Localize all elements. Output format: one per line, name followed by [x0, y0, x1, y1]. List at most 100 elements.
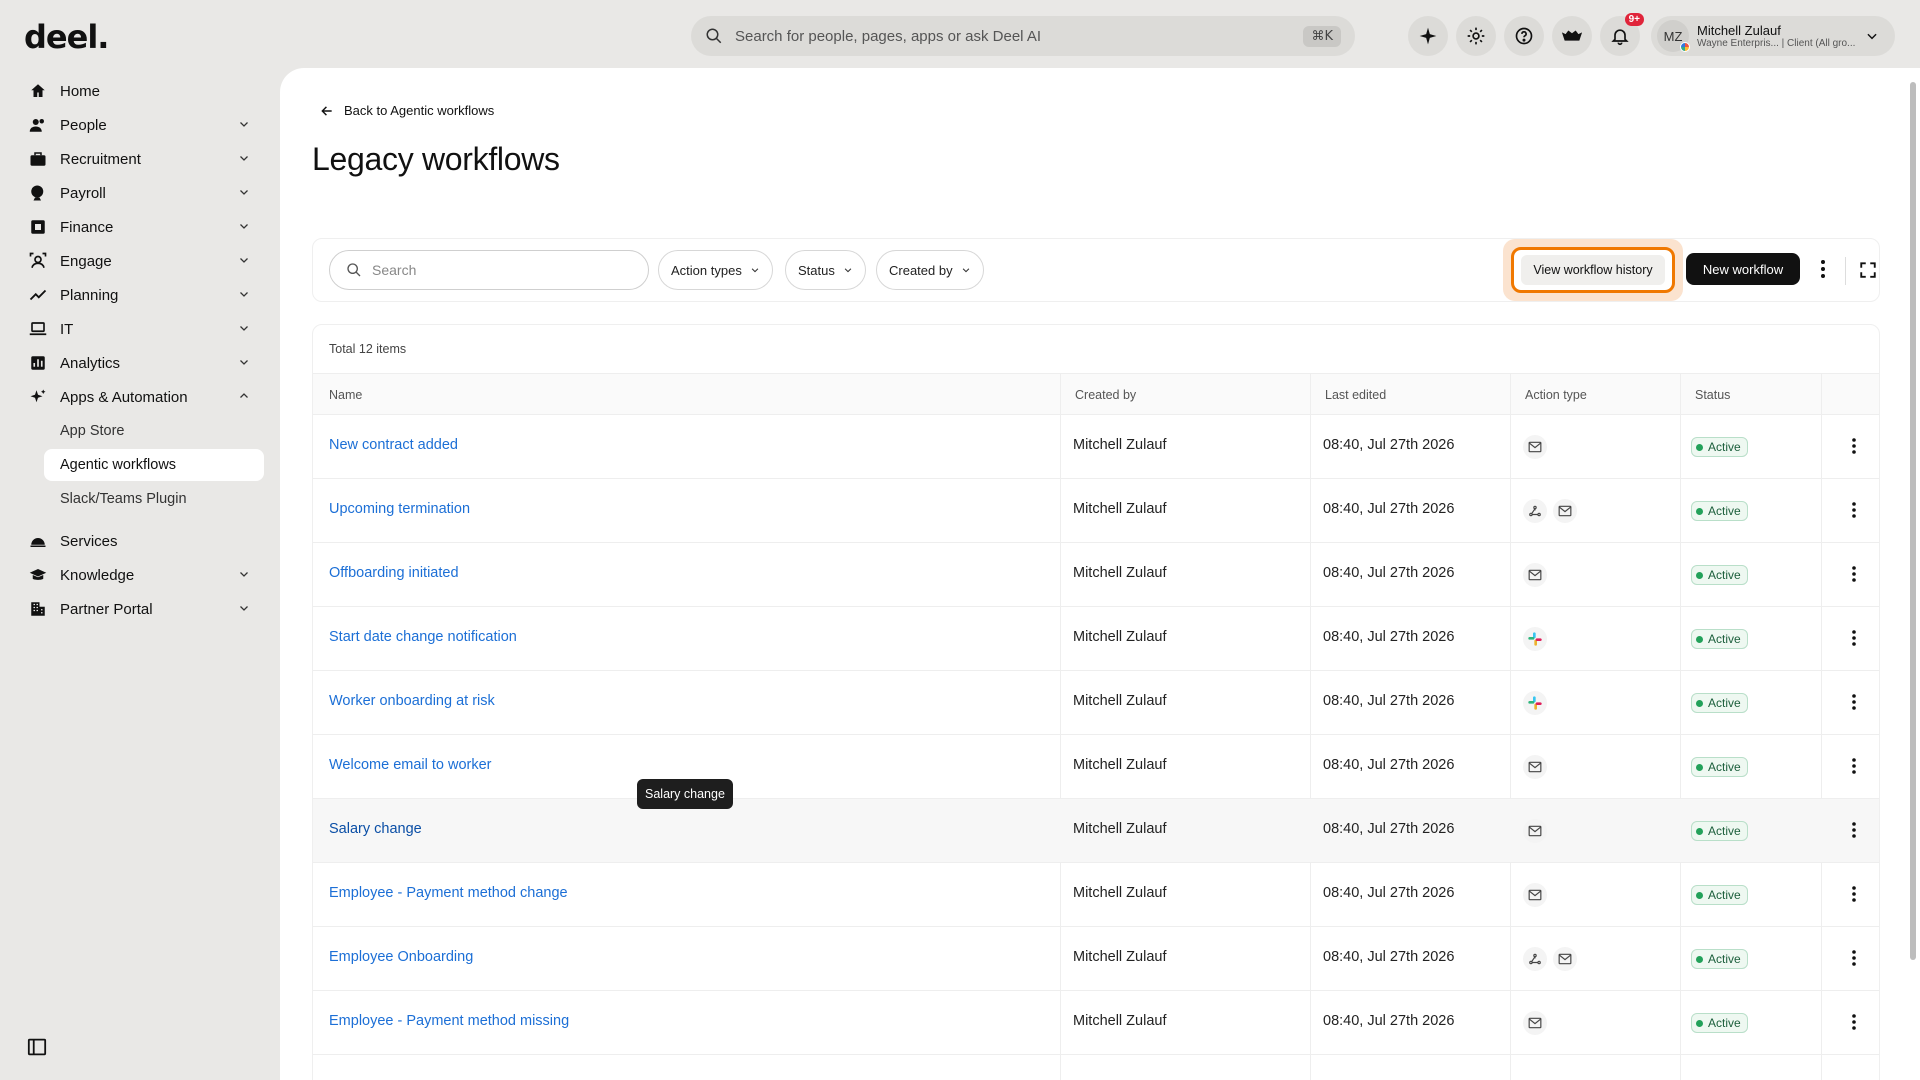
- sidebar-item-it[interactable]: IT: [0, 312, 270, 346]
- workflow-name-link[interactable]: Salary change: [329, 821, 422, 837]
- sidebar-subitem-app-store[interactable]: App Store: [0, 415, 270, 447]
- workflow-name-link[interactable]: Employee Onboarding: [329, 949, 473, 965]
- mail-icon: [1523, 819, 1547, 843]
- collapse-sidebar-button[interactable]: [27, 1038, 47, 1061]
- action-type-cell: [1523, 563, 1547, 587]
- workflow-name-link[interactable]: New contract added: [329, 437, 458, 453]
- row-menu-button[interactable]: [1846, 948, 1862, 973]
- row-menu-button[interactable]: [1846, 500, 1862, 525]
- sidebar-item-planning[interactable]: Planning: [0, 278, 270, 312]
- sidebar-item-home[interactable]: Home: [0, 74, 270, 108]
- workflow-name-link[interactable]: Employee - Payment method missing: [329, 1013, 569, 1029]
- view-workflow-history-button[interactable]: View workflow history: [1511, 247, 1675, 293]
- more-vertical-icon: [1852, 886, 1856, 902]
- created-by-cell: Mitchell Zulauf: [1073, 821, 1167, 837]
- row-menu-button[interactable]: [1846, 436, 1862, 461]
- tooltip: Salary change: [637, 779, 733, 809]
- table-body: New contract added Mitchell Zulauf 08:40, …: [313, 415, 1879, 1055]
- table-row[interactable]: Offboarding initiated Mitchell Zulauf 08:4…: [313, 543, 1879, 607]
- more-options-button[interactable]: [1813, 257, 1833, 286]
- created-by-cell: Mitchell Zulauf: [1073, 757, 1167, 773]
- row-menu-button[interactable]: [1846, 1012, 1862, 1037]
- new-workflow-button[interactable]: New workflow: [1686, 253, 1800, 285]
- chevron-down-icon: [240, 190, 248, 195]
- user-menu[interactable]: MZ Mitchell Zulauf Wayne Enterpris... | …: [1651, 16, 1895, 56]
- table-row[interactable]: Worker onboarding at risk Mitchell Zulauf…: [313, 671, 1879, 735]
- sidebar-item-finance[interactable]: Finance: [0, 210, 270, 244]
- total-items-count: Total 12 items: [329, 342, 407, 356]
- sidebar-subitem-slack-teams-plugin[interactable]: Slack/Teams Plugin: [0, 483, 270, 515]
- column-header-name[interactable]: Name: [329, 388, 362, 402]
- global-search-bar[interactable]: Search for people, pages, apps or ask De…: [691, 16, 1355, 56]
- sidebar-item-engage[interactable]: Engage: [0, 244, 270, 278]
- last-edited-cell: 08:40, Jul 27th 2026: [1323, 629, 1455, 645]
- sidebar-subitem-agentic-workflows[interactable]: Agentic workflows: [44, 449, 264, 481]
- sidebar-item-payroll[interactable]: Payroll: [0, 176, 270, 210]
- sidebar-item-people[interactable]: People: [0, 108, 270, 142]
- table-row[interactable]: Employee - Payment method missing Mitchel…: [313, 991, 1879, 1055]
- status-badge: Active: [1691, 693, 1748, 713]
- column-header-last-edited[interactable]: Last edited: [1325, 388, 1386, 402]
- table-header: Name Created by Last edited Action type …: [313, 373, 1879, 415]
- scrollbar-thumb[interactable]: [1910, 82, 1916, 960]
- row-menu-button[interactable]: [1846, 692, 1862, 717]
- table-row[interactable]: Salary change Mitchell Zulauf 08:40, Jul 2…: [313, 799, 1879, 863]
- filter-created-by[interactable]: Created by: [876, 250, 984, 290]
- status-badge: Active: [1691, 885, 1748, 905]
- workflow-search-input[interactable]: Search: [329, 250, 649, 290]
- table-row[interactable]: Employee - Payment method change Mitchell…: [313, 863, 1879, 927]
- row-menu-button[interactable]: [1846, 884, 1862, 909]
- filter-status[interactable]: Status: [785, 250, 866, 290]
- mascot-button[interactable]: [1552, 16, 1592, 56]
- status-badge: Active: [1691, 821, 1748, 841]
- fullscreen-button[interactable]: [1859, 261, 1877, 284]
- last-edited-cell: 08:40, Jul 27th 2026: [1323, 565, 1455, 581]
- laptop-icon: [28, 319, 48, 339]
- more-vertical-icon: [1852, 822, 1856, 838]
- workflow-name-link[interactable]: Start date change notification: [329, 629, 517, 645]
- workflow-name-link[interactable]: Worker onboarding at risk: [329, 693, 495, 709]
- workflow-name-link[interactable]: Upcoming termination: [329, 501, 470, 517]
- sidebar-item-recruitment[interactable]: Recruitment: [0, 142, 270, 176]
- sidebar-item-services[interactable]: Services: [0, 524, 270, 558]
- column-header-created-by[interactable]: Created by: [1075, 388, 1136, 402]
- filter-label: Action types: [671, 262, 742, 278]
- table-row[interactable]: Welcome email to worker Mitchell Zulauf 08…: [313, 735, 1879, 799]
- help-button[interactable]: [1504, 16, 1544, 56]
- sidebar-item-knowledge[interactable]: Knowledge: [0, 558, 270, 592]
- column-header-action-type[interactable]: Action type: [1525, 388, 1587, 402]
- table-row[interactable]: New contract added Mitchell Zulauf 08:40, …: [313, 415, 1879, 479]
- status-dot-icon: [1696, 507, 1703, 515]
- row-menu-button[interactable]: [1846, 756, 1862, 781]
- ai-sparkle-button[interactable]: [1408, 16, 1448, 56]
- workflow-name-link[interactable]: Offboarding initiated: [329, 565, 459, 581]
- more-vertical-icon: [1852, 1014, 1856, 1030]
- settings-button[interactable]: [1456, 16, 1496, 56]
- table-row[interactable]: Employee Onboarding Mitchell Zulauf 08:40,…: [313, 927, 1879, 991]
- status-badge: Active: [1691, 949, 1748, 969]
- mail-icon: [1523, 563, 1547, 587]
- sidebar-item-analytics[interactable]: Analytics: [0, 346, 270, 380]
- back-to-agentic-workflows-link[interactable]: Back to Agentic workflows: [320, 103, 494, 118]
- table-row[interactable]: Start date change notification Mitchell Z…: [313, 607, 1879, 671]
- filter-action-types[interactable]: Action types: [658, 250, 773, 290]
- row-menu-button[interactable]: [1846, 628, 1862, 653]
- chevron-down-icon: [240, 122, 248, 127]
- workflow-name-link[interactable]: Welcome email to worker: [329, 757, 492, 773]
- last-edited-cell: 08:40, Jul 27th 2026: [1323, 821, 1455, 837]
- column-header-status[interactable]: Status: [1695, 388, 1730, 402]
- last-edited-cell: 08:40, Jul 27th 2026: [1323, 437, 1455, 453]
- action-type-cell: [1523, 691, 1547, 715]
- table-row[interactable]: Upcoming termination Mitchell Zulauf 08:40…: [313, 479, 1879, 543]
- notification-badge: 9+: [1624, 13, 1644, 26]
- deel-logo[interactable]: deel.: [24, 18, 109, 56]
- knowledge-icon: [28, 565, 48, 585]
- row-menu-button[interactable]: [1846, 820, 1862, 845]
- notifications-button[interactable]: 9+: [1600, 13, 1644, 56]
- sidebar-item-partner-portal[interactable]: Partner Portal: [0, 592, 270, 626]
- page-scrollbar[interactable]: [1908, 68, 1918, 1080]
- workflow-name-link[interactable]: Employee - Payment method change: [329, 885, 568, 901]
- chevron-down-icon: [240, 360, 248, 365]
- row-menu-button[interactable]: [1846, 564, 1862, 589]
- sidebar-item-apps-automation[interactable]: Apps & Automation: [0, 380, 270, 414]
